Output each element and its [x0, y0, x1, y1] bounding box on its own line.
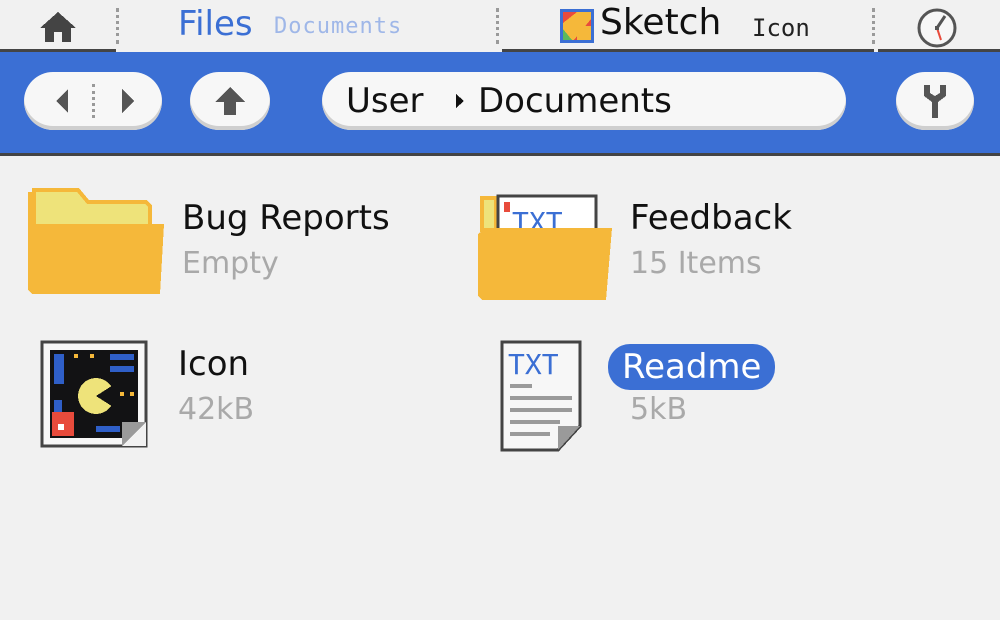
tab-separator	[116, 8, 119, 44]
tab-files-subtitle: Documents	[274, 14, 403, 39]
tab-files-title: Files	[178, 4, 253, 44]
tab-separator	[496, 8, 499, 44]
file-type-label: TXT	[508, 348, 559, 381]
file-meta: 15 Items	[630, 246, 762, 281]
file-name: Icon	[178, 344, 250, 384]
file-meta: 42kB	[178, 392, 255, 427]
tab-separator	[872, 8, 875, 44]
forward-arrow-icon[interactable]	[110, 85, 142, 117]
file-name: Bug Reports	[182, 198, 390, 238]
file-item-readme[interactable]: TXT Readme 5kB	[500, 340, 920, 470]
file-item-feedback[interactable]: TXT Feedback 15 Items	[476, 186, 896, 316]
image-file-icon	[40, 340, 148, 448]
tab-files[interactable]: Files Documents	[120, 0, 498, 52]
file-item-bug-reports[interactable]: Bug Reports Empty	[28, 186, 448, 316]
breadcrumb-arrow-icon	[456, 94, 464, 108]
tab-strip: Files Documents Sketch Icon	[0, 0, 1000, 52]
breadcrumb-documents[interactable]: Documents	[478, 81, 672, 121]
file-name-selected[interactable]: Readme	[608, 344, 776, 390]
folder-with-txt-icon: TXT	[478, 194, 612, 300]
tab-clock[interactable]	[878, 0, 1000, 52]
up-arrow-icon	[215, 87, 245, 115]
nav-button-group	[24, 72, 162, 130]
tab-sketch-subtitle: Icon	[752, 14, 810, 42]
file-meta: Empty	[182, 246, 279, 281]
breadcrumb-user[interactable]: User	[346, 81, 424, 121]
tab-sketch-title: Sketch	[600, 2, 722, 43]
clock-icon	[917, 8, 957, 48]
back-arrow-icon[interactable]	[48, 85, 80, 117]
tab-sketch[interactable]: Sketch Icon	[502, 0, 874, 52]
sketch-app-icon	[560, 9, 594, 43]
path-bar[interactable]: User Documents	[322, 72, 846, 130]
file-item-icon[interactable]: Icon 42kB	[40, 340, 460, 470]
folder-icon	[28, 188, 164, 294]
wrench-icon	[924, 85, 946, 118]
toolbar: User Documents	[0, 52, 1000, 156]
tools-button[interactable]	[896, 72, 974, 130]
up-button[interactable]	[190, 72, 270, 130]
tab-home[interactable]	[0, 0, 116, 52]
file-name: Feedback	[630, 198, 792, 238]
home-icon	[40, 12, 76, 42]
file-meta: 5kB	[630, 392, 688, 427]
nav-divider	[92, 84, 95, 118]
txt-file-icon: TXT	[500, 340, 582, 452]
